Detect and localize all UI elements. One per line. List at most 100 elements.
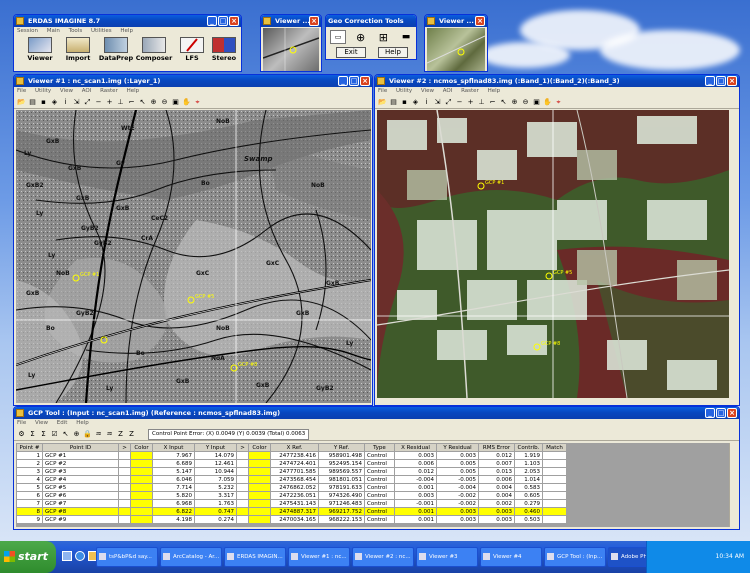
menu-file[interactable]: File bbox=[17, 420, 26, 426]
menu-tools[interactable]: Tools bbox=[69, 28, 83, 34]
grid-icon[interactable]: ⊞ bbox=[375, 30, 391, 44]
cell-y-input[interactable]: 3.317 bbox=[194, 491, 237, 500]
cell-point-id[interactable]: GCP #3 bbox=[42, 467, 119, 476]
zoom-out-icon[interactable]: ⊖ bbox=[521, 98, 530, 107]
cell-contrib[interactable]: 1.103 bbox=[514, 459, 543, 468]
cell-x-residual[interactable]: 0.006 bbox=[394, 459, 437, 468]
col-y-ref[interactable]: Y Ref. bbox=[318, 443, 365, 452]
col-x-input[interactable]: X Input bbox=[152, 443, 195, 452]
col-point-id[interactable]: Point ID bbox=[42, 443, 119, 452]
col-match[interactable]: Match bbox=[542, 443, 567, 452]
cell-x-input[interactable]: 6.968 bbox=[152, 499, 195, 508]
cell-x-input[interactable]: 4.198 bbox=[152, 515, 195, 524]
cell-contrib[interactable]: 0.279 bbox=[514, 499, 543, 508]
cell-color-ref[interactable] bbox=[248, 483, 271, 492]
info-icon[interactable]: i bbox=[61, 98, 70, 107]
cell-color-input[interactable] bbox=[130, 459, 153, 468]
open-icon[interactable]: 📂 bbox=[378, 98, 387, 107]
zoom-extent-icon[interactable]: ⤢ bbox=[83, 98, 92, 107]
stereo-button[interactable]: Stereo bbox=[202, 37, 241, 65]
cell-color-input[interactable] bbox=[130, 467, 153, 476]
cell-rms-error[interactable]: 0.003 bbox=[478, 515, 515, 524]
show-desktop-icon[interactable] bbox=[62, 551, 72, 561]
cell-point-num[interactable]: 2 bbox=[16, 459, 43, 468]
cell-y-input[interactable]: 5.232 bbox=[194, 483, 237, 492]
cell-x-ref[interactable]: 2475431.143 bbox=[270, 499, 319, 508]
taskbar-item[interactable]: GCP Tool : (Inp... bbox=[544, 547, 606, 567]
cell-match[interactable] bbox=[542, 467, 567, 476]
cell-contrib[interactable]: 2.053 bbox=[514, 467, 543, 476]
cell-type[interactable]: Control bbox=[364, 459, 395, 468]
cell-arrow-ref[interactable] bbox=[236, 475, 249, 484]
cell-point-num[interactable]: 3 bbox=[16, 467, 43, 476]
cell-type[interactable]: Control bbox=[364, 475, 395, 484]
cell-x-ref[interactable]: 2474887.317 bbox=[270, 507, 319, 516]
zoom-extent-icon[interactable]: ⤢ bbox=[444, 98, 453, 107]
cell-arrow-input[interactable] bbox=[118, 459, 131, 468]
cell-type[interactable]: Control bbox=[364, 483, 395, 492]
cell-point-id[interactable]: GCP #8 bbox=[42, 507, 119, 516]
measure-icon[interactable]: ⊥ bbox=[477, 98, 486, 107]
cell-x-residual[interactable]: 0.001 bbox=[394, 483, 437, 492]
aoi-icon[interactable]: ◈ bbox=[50, 98, 59, 107]
cell-y-residual[interactable]: 0.003 bbox=[436, 507, 479, 516]
close-button[interactable]: × bbox=[727, 76, 737, 86]
cell-y-input[interactable]: 10.944 bbox=[194, 467, 237, 476]
save-icon[interactable]: ▪ bbox=[400, 98, 409, 107]
maximize-button[interactable]: □ bbox=[716, 76, 726, 86]
menu-help[interactable]: Help bbox=[76, 420, 89, 426]
cell-color-ref[interactable] bbox=[248, 499, 271, 508]
cell-x-ref[interactable]: 2470034.165 bbox=[270, 515, 319, 524]
cell-contrib[interactable]: 0.460 bbox=[514, 507, 543, 516]
minimize-button[interactable]: _ bbox=[705, 408, 715, 418]
col-x-ref[interactable]: X Ref. bbox=[270, 443, 319, 452]
ruler-icon[interactable]: ▬ bbox=[398, 30, 414, 44]
cell-y-ref[interactable]: 968222.153 bbox=[318, 515, 365, 524]
viewer3-title-bar[interactable]: Viewer ... × bbox=[261, 15, 321, 27]
menu-file[interactable]: File bbox=[378, 88, 387, 94]
taskbar-item[interactable]: Viewer #1 : nc... bbox=[288, 547, 350, 567]
col-x-residual[interactable]: X Residual bbox=[394, 443, 437, 452]
menu-aoi[interactable]: AOI bbox=[82, 88, 92, 94]
cell-arrow-ref[interactable] bbox=[236, 507, 249, 516]
cell-x-input[interactable]: 5.820 bbox=[152, 491, 195, 500]
cell-x-ref[interactable]: 2477701.585 bbox=[270, 467, 319, 476]
col-y-residual[interactable]: Y Residual bbox=[436, 443, 479, 452]
cell-x-input[interactable]: 7.714 bbox=[152, 483, 195, 492]
cell-color-ref[interactable] bbox=[248, 491, 271, 500]
cell-y-residual[interactable]: 0.005 bbox=[436, 459, 479, 468]
cell-x-input[interactable]: 5.147 bbox=[152, 467, 195, 476]
taskbar-item[interactable]: Viewer #4 bbox=[480, 547, 542, 567]
cell-point-id[interactable]: GCP #9 bbox=[42, 515, 119, 524]
cell-match[interactable] bbox=[542, 475, 567, 484]
cell-arrow-ref[interactable] bbox=[236, 499, 249, 508]
cell-rms-error[interactable]: 0.003 bbox=[478, 507, 515, 516]
clock[interactable]: 10:34 AM bbox=[716, 553, 744, 560]
col-contrib[interactable]: Contrib. bbox=[514, 443, 543, 452]
gcp-tool-title-bar[interactable]: GCP Tool : (Input : nc_scan1.img) (Refer… bbox=[14, 407, 739, 419]
cell-arrow-ref[interactable] bbox=[236, 491, 249, 500]
gcp-table-scrollbar[interactable] bbox=[729, 443, 737, 527]
cell-point-id[interactable]: GCP #1 bbox=[42, 451, 119, 460]
gcp-icon[interactable]: ⌖ bbox=[193, 98, 202, 107]
minimize-button[interactable]: _ bbox=[705, 76, 715, 86]
cell-y-residual[interactable]: 0.005 bbox=[436, 467, 479, 476]
cell-x-residual[interactable]: 0.001 bbox=[394, 507, 437, 516]
taskbar-item[interactable]: Viewer #2 : nc... bbox=[352, 547, 414, 567]
table-row[interactable]: 2 GCP #2 6.689 12.461 2474724.401 952495.154 C… bbox=[16, 459, 567, 468]
print-icon[interactable]: ▤ bbox=[28, 98, 37, 107]
cell-point-num[interactable]: 8 bbox=[16, 507, 43, 516]
menu-file[interactable]: File bbox=[17, 88, 26, 94]
table-row[interactable]: 7 GCP #7 6.968 1.763 2475431.143 971246.483 Co… bbox=[16, 499, 567, 508]
cell-point-num[interactable]: 6 bbox=[16, 491, 43, 500]
cell-arrow-input[interactable] bbox=[118, 483, 131, 492]
close-button[interactable]: × bbox=[727, 408, 737, 418]
cell-y-input[interactable]: 12.461 bbox=[194, 459, 237, 468]
menu-utilities[interactable]: Utilities bbox=[91, 28, 112, 34]
cell-rms-error[interactable]: 0.007 bbox=[478, 459, 515, 468]
viewer2-title-bar[interactable]: Viewer #2 : ncmos_spflnad83.img (:Band_1… bbox=[375, 75, 739, 87]
lock-icon[interactable]: 🔒 bbox=[83, 430, 92, 439]
cell-rms-error[interactable]: 0.013 bbox=[478, 467, 515, 476]
cell-arrow-ref[interactable] bbox=[236, 515, 249, 524]
close-button[interactable]: × bbox=[229, 16, 239, 26]
